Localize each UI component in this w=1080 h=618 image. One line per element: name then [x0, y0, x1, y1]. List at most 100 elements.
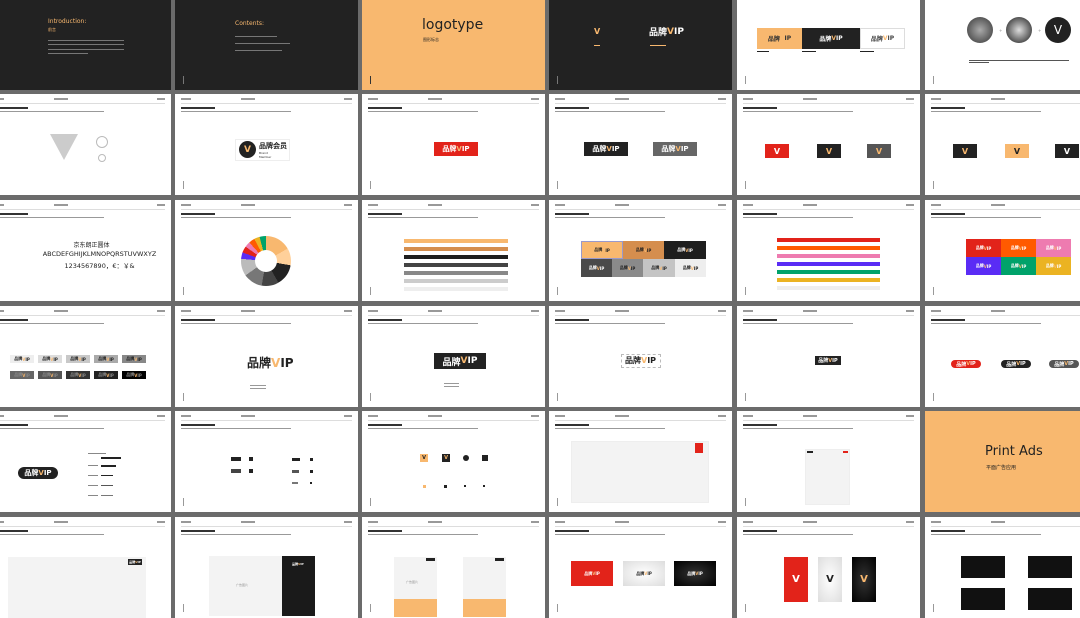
- brand-logo: 品牌 V IP: [636, 571, 652, 577]
- slide-color-wheel[interactable]: [175, 200, 358, 301]
- slide-footer: [557, 604, 558, 612]
- slide-footer: [745, 498, 746, 506]
- slide-header: [931, 98, 1080, 104]
- slide-description: [181, 111, 291, 112]
- slide-footer: [370, 287, 371, 295]
- slide-secondary-color-bars[interactable]: [737, 200, 920, 301]
- slide-logo-clearspace[interactable]: 品牌 V IP: [549, 306, 732, 407]
- logo-cn: 品牌: [636, 570, 645, 576]
- slide-heading: [368, 530, 402, 532]
- slide-mark-backgrounds[interactable]: V V V: [925, 94, 1080, 195]
- slide-introduction[interactable]: Introduction: 前言: [0, 0, 171, 90]
- logo-ip: IP: [300, 562, 304, 566]
- slide-logo-dark-box[interactable]: 品牌 V IP: [362, 306, 545, 407]
- slide-header: [555, 415, 726, 421]
- slide-footer: [183, 393, 184, 401]
- brand-logo: 品牌 V IP: [592, 144, 619, 154]
- slide-logo-overview[interactable]: V 品牌 V IP: [549, 0, 732, 90]
- logo-cn: 品牌: [649, 28, 668, 38]
- logo-ip: IP: [81, 356, 86, 362]
- slide-primary-color-bars[interactable]: [362, 200, 545, 301]
- slide-logo-minimum-size[interactable]: 品牌 V IP: [737, 306, 920, 407]
- slide-grayscale-logos[interactable]: 品牌 V IP 品牌 V IP 品牌 V IP 品牌 V IP 品牌 V IP 品牌 V IP 品牌 V IP 品牌 V IP…: [0, 306, 171, 407]
- slide-footer: [183, 498, 184, 506]
- slide-footer: [933, 181, 934, 189]
- slide-heading: [181, 213, 215, 215]
- slide-ad-layout-landscape[interactable]: [549, 411, 732, 512]
- slide-app-icons[interactable]: V V: [362, 411, 545, 512]
- slide-header: [181, 415, 352, 421]
- v-mark-icon: V: [826, 574, 834, 585]
- slide-posters[interactable]: V V V: [737, 517, 920, 618]
- v-outline-graphic: [50, 134, 78, 160]
- slide-footer: [557, 498, 558, 506]
- brand-logo: 品牌 V IP: [247, 354, 294, 371]
- brand-logo: 品牌 V IP: [126, 372, 142, 378]
- slide-logotype[interactable]: logotype 图形标志: [362, 0, 545, 90]
- logo-ip: IP: [25, 372, 30, 378]
- logo-ip: IP: [662, 265, 667, 271]
- slide-description: [368, 323, 478, 324]
- logo-ip: IP: [832, 357, 838, 364]
- slide-header: [181, 521, 352, 527]
- logo-cn: 品牌: [592, 145, 607, 153]
- slide-logo-sizes[interactable]: [175, 411, 358, 512]
- slide-typeface[interactable]: 京东朗正圆体 ABCDEFGHIJKLMNOPQRSTUVWXYZ 123456…: [0, 200, 171, 301]
- slide-header: [931, 310, 1080, 316]
- slide-member-badge[interactable]: V 品牌会员 Brand Member: [175, 94, 358, 195]
- slide-logo-pills[interactable]: 品牌 V IP 品牌 V IP 品牌 V IP: [925, 306, 1080, 407]
- slide-header: [368, 98, 539, 104]
- logo-cn: 品牌: [98, 372, 107, 377]
- logo-cn: 品牌: [677, 247, 686, 252]
- slide-business-cards[interactable]: 品牌 V IP 品牌 V IP 品牌 V IP: [549, 517, 732, 618]
- slide-logo-grid[interactable]: [0, 94, 171, 195]
- logo-cn: 品牌: [70, 372, 79, 377]
- brand-logo: 品牌 V IP: [98, 372, 114, 378]
- brand-logo: 品牌 V IP: [594, 247, 610, 253]
- slide-print-ads[interactable]: Print Ads 平面广告应用: [925, 411, 1080, 512]
- slide-secondary-color-tiles[interactable]: 品牌 V IP 品牌 V IP 品牌 V IP 品牌 V IP 品牌 V IP 品牌 V IP: [925, 200, 1080, 301]
- logo-cn: 品牌: [956, 361, 967, 368]
- v-mark-icon: V: [825, 146, 833, 156]
- logo-ip: IP: [887, 35, 895, 42]
- slide-logo-concept[interactable]: + + V: [925, 0, 1080, 90]
- slide-header: [931, 521, 1080, 527]
- brand-logo: 品牌 V IP: [42, 372, 58, 378]
- slide-logo-dark-gray[interactable]: 品牌 V IP 品牌 V IP: [549, 94, 732, 195]
- slide-footer: [933, 287, 934, 295]
- slide-logo-large[interactable]: 品牌 V IP: [175, 306, 358, 407]
- logo-cn: 品牌: [42, 356, 51, 361]
- slide-print-ad-1[interactable]: 品牌 V IP: [0, 517, 171, 618]
- brand-logo: 品牌 V IP: [1011, 263, 1027, 269]
- print-ads-subtitle: 平面广告应用: [986, 465, 1017, 471]
- logo-ip: IP: [986, 245, 992, 251]
- slide-description: [368, 111, 478, 112]
- slide-heading: [181, 319, 215, 321]
- slide-contents[interactable]: Contents:: [175, 0, 358, 90]
- logo-ip: IP: [43, 469, 52, 477]
- slide-digital-banners[interactable]: [925, 517, 1080, 618]
- slide-footer: [745, 181, 746, 189]
- slide-header: [181, 310, 352, 316]
- slide-primary-color-tiles[interactable]: 品牌 V IP 品牌 V IP 品牌 V IP 品牌 V IP 品牌 V IP 品牌 V IP 品牌 V I…: [549, 200, 732, 301]
- logo-cn: 品牌: [1054, 361, 1065, 368]
- slide-ad-layout-portrait[interactable]: [737, 411, 920, 512]
- slide-footer: [183, 181, 184, 189]
- slide-heading: [181, 107, 215, 109]
- slide-logo-backgrounds[interactable]: 品牌 V IP 品牌 V IP 品牌 V IP: [737, 0, 920, 90]
- logo-cn: 品牌: [126, 356, 135, 361]
- slide-heading: [181, 530, 215, 532]
- slide-mark-variants[interactable]: V V V: [737, 94, 920, 195]
- logo-cn: 品牌: [819, 36, 832, 43]
- slide-print-ad-3[interactable]: 广告图片: [362, 517, 545, 618]
- slide-logo-pill-usage[interactable]: 品牌 V IP: [0, 411, 171, 512]
- slide-footer: [370, 604, 371, 612]
- grayscale-logo-tile: 品牌 V IP: [122, 355, 146, 363]
- contents-title: Contents:: [235, 20, 265, 27]
- slide-logo-red[interactable]: 品牌 V IP: [362, 94, 545, 195]
- slide-heading: [555, 530, 589, 532]
- logo-ip: IP: [680, 145, 689, 153]
- slide-print-ad-2[interactable]: 广告图片 品牌 V IP: [175, 517, 358, 618]
- logo-cn: 品牌: [1010, 263, 1019, 268]
- brand-logo: 品牌 V IP: [42, 356, 58, 362]
